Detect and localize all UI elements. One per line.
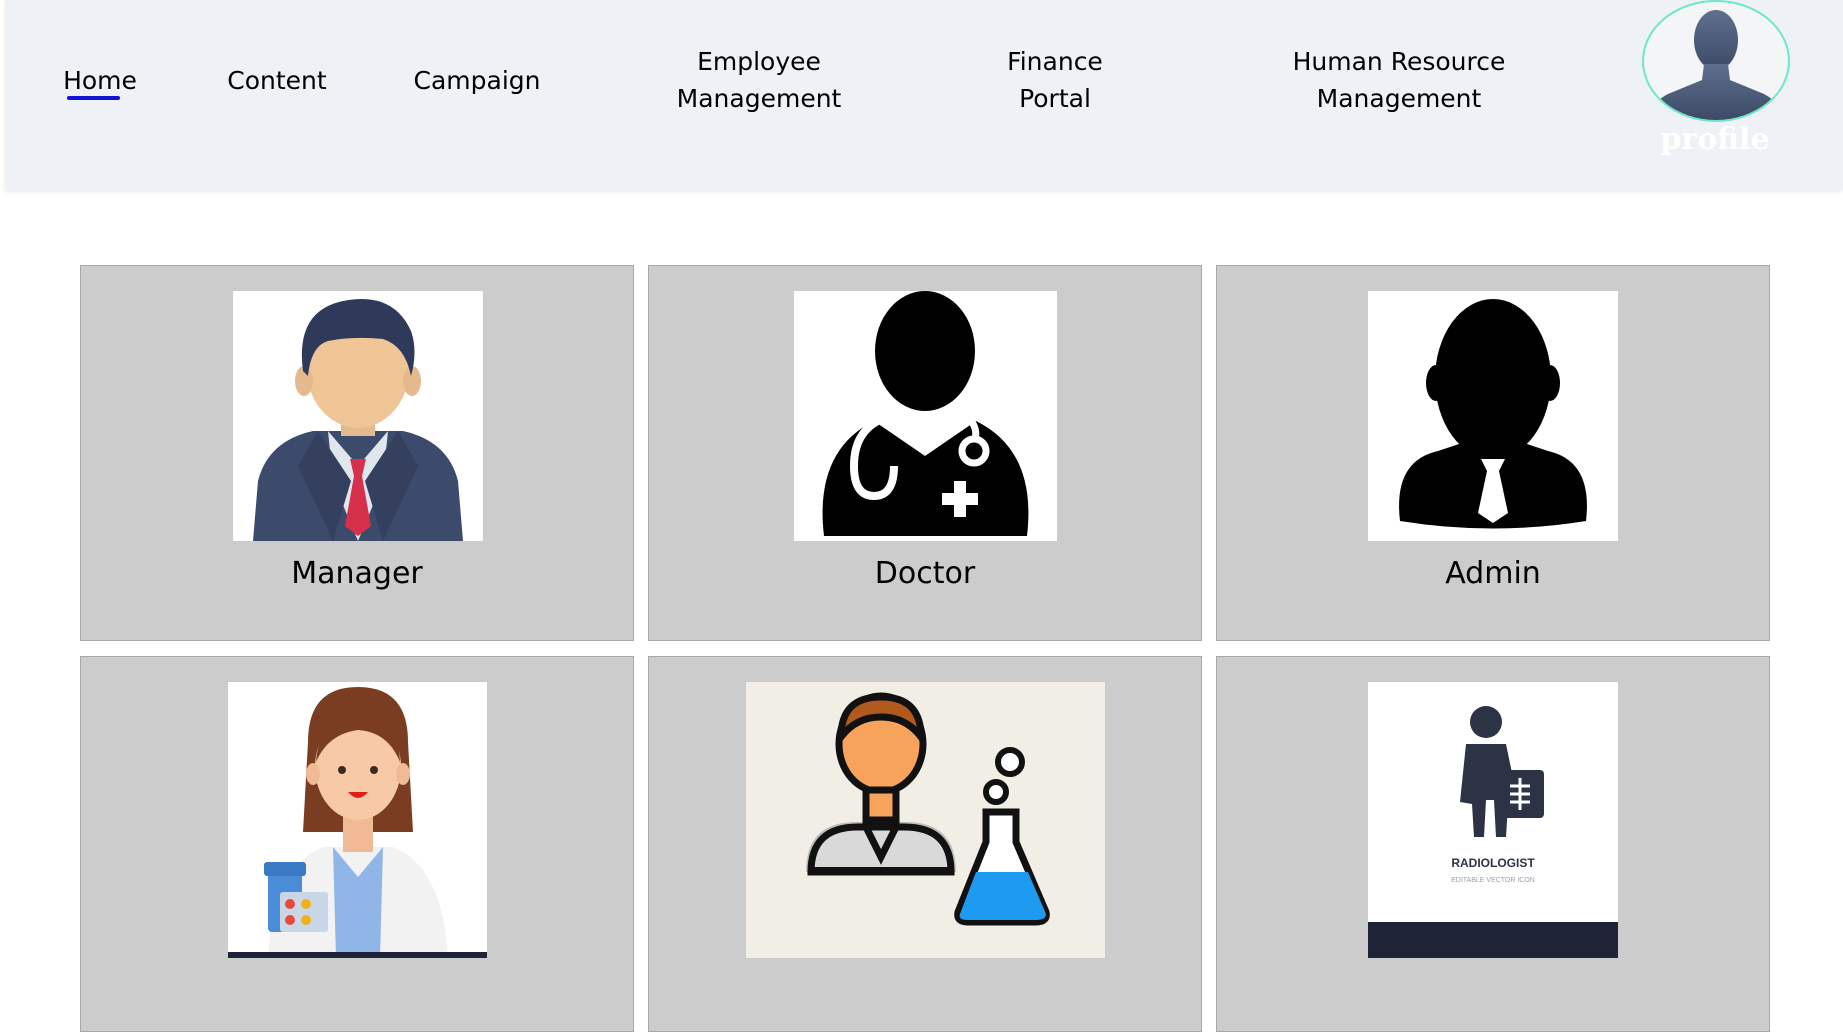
nav-finance-portal-label: Finance Portal xyxy=(1007,47,1103,113)
pharmacist-image xyxy=(228,682,487,958)
role-label: Manager xyxy=(291,556,423,591)
radiologist-title: RADIOLOGIST xyxy=(1451,856,1535,870)
profile-avatar[interactable] xyxy=(1642,0,1790,122)
nav-home[interactable]: Home xyxy=(61,0,139,160)
active-tab-indicator xyxy=(67,96,120,100)
nav-campaign-label: Campaign xyxy=(413,65,541,95)
lab-technician-image xyxy=(746,682,1105,958)
radiologist-subtitle: EDITABLE VECTOR ICON xyxy=(1451,877,1535,884)
nav-employee-management[interactable]: Employee Management xyxy=(665,0,853,160)
nav-hr-management-label: Human Resource Management xyxy=(1292,47,1506,113)
top-navbar: Home Content Campaign Employee Managemen… xyxy=(5,0,1843,190)
nav-content[interactable]: Content xyxy=(225,0,329,160)
role-card-radiologist[interactable]: RADIOLOGIST EDITABLE VECTOR ICON xyxy=(1216,656,1770,1032)
admin-image xyxy=(1368,291,1618,541)
doctor-icon xyxy=(822,291,1029,536)
radiologist-image: RADIOLOGIST EDITABLE VECTOR ICON xyxy=(1368,682,1618,958)
profile-label: profile xyxy=(1660,122,1770,157)
nav-campaign[interactable]: Campaign xyxy=(410,0,544,160)
lab-technician-icon xyxy=(806,692,1050,926)
role-card-admin[interactable]: Admin xyxy=(1216,265,1770,641)
pharmacist-icon xyxy=(228,687,487,958)
admin-icon xyxy=(1399,299,1587,529)
role-card-lab-technician[interactable] xyxy=(648,656,1202,1032)
role-card-doctor[interactable]: Doctor xyxy=(648,265,1202,641)
nav-home-label: Home xyxy=(63,65,137,95)
user-silhouette-icon xyxy=(1648,10,1784,120)
nav-hr-management[interactable]: Human Resource Management xyxy=(1277,0,1521,160)
radiologist-icon: RADIOLOGIST EDITABLE VECTOR ICON xyxy=(1368,706,1618,958)
role-card-pharmacist[interactable] xyxy=(80,656,634,1032)
role-card-manager[interactable]: Manager xyxy=(80,265,634,641)
manager-image xyxy=(233,291,483,541)
nav-content-label: Content xyxy=(227,65,327,95)
nav-finance-portal[interactable]: Finance Portal xyxy=(990,0,1120,160)
doctor-image xyxy=(794,291,1057,541)
nav-employee-management-label: Employee Management xyxy=(676,47,842,113)
manager-icon xyxy=(253,299,463,541)
role-label: Doctor xyxy=(874,556,976,591)
role-label: Admin xyxy=(1445,556,1541,591)
